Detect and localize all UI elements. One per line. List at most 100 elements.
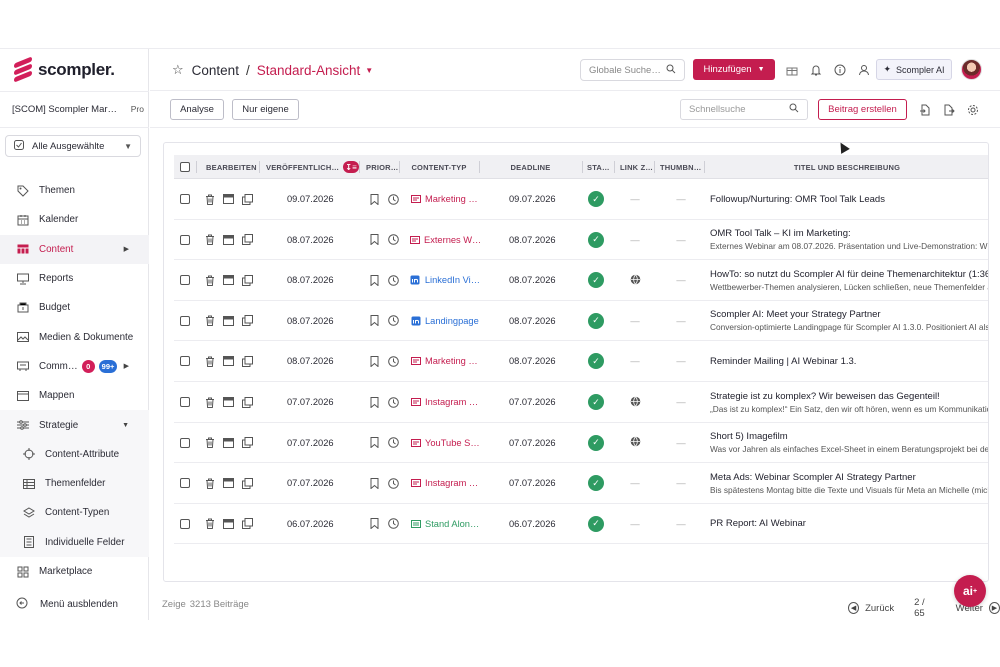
row-checkbox[interactable] xyxy=(180,397,190,407)
bookmark-icon[interactable] xyxy=(369,437,380,449)
row-checkbox[interactable] xyxy=(180,518,190,529)
previous-page-button[interactable]: Zurück xyxy=(865,603,894,614)
window-icon[interactable] xyxy=(223,234,234,245)
view-selector[interactable]: Standard-Ansicht xyxy=(257,63,361,78)
content-type[interactable]: Instagram … xyxy=(410,382,480,422)
bookmark-icon[interactable] xyxy=(369,518,380,530)
row-checkbox[interactable] xyxy=(180,194,190,204)
table-row[interactable]: 09.07.2026 Marketing … 09.07.2026 ✓ — — Follow… xyxy=(174,179,988,220)
scompler-ai-button[interactable]: ✦ Scompler AI xyxy=(876,59,952,80)
content-type[interactable]: Marketing … xyxy=(410,179,480,219)
content-type[interactable]: LinkedIn Vi… xyxy=(410,260,480,300)
content-type[interactable]: YouTube S… xyxy=(410,423,480,463)
bookmark-icon[interactable] xyxy=(369,274,380,286)
title-description-cell[interactable]: Followup/Nurturing: OMR Tool Talk Leads xyxy=(710,179,988,219)
copy-icon[interactable] xyxy=(242,234,253,246)
trash-icon[interactable] xyxy=(204,356,215,367)
gift-icon[interactable] xyxy=(785,63,798,76)
title-description-cell[interactable]: Short 5) Imagefilm Was vor Jahren als ein… xyxy=(710,423,988,463)
column-header-content-type[interactable]: CONTENT-TYP xyxy=(399,155,479,179)
avatar[interactable] xyxy=(961,59,982,80)
column-header-thumbnail[interactable]: THUMBN… xyxy=(654,155,704,179)
trash-icon[interactable] xyxy=(204,194,215,205)
column-header-edit[interactable]: BEARBEITEN xyxy=(196,155,262,179)
clock-icon[interactable] xyxy=(388,315,399,327)
clock-icon[interactable] xyxy=(388,396,399,408)
copy-icon[interactable] xyxy=(242,396,253,408)
globe-icon[interactable] xyxy=(630,396,641,409)
check-circle-icon[interactable]: ✓ xyxy=(588,231,604,248)
table-row[interactable]: 08.07.2026 LinkedIn Vi… 08.07.2026 ✓ — HowTo:… xyxy=(174,260,988,301)
sidebar-item-medien[interactable]: Medien & Dokumente xyxy=(0,322,149,351)
table-row[interactable]: 08.07.2026 Marketing … 08.07.2026 ✓ — — Remind… xyxy=(174,341,988,382)
trash-icon[interactable] xyxy=(204,518,215,530)
window-icon[interactable] xyxy=(223,356,234,367)
chevron-down-icon[interactable]: ▼ xyxy=(365,66,373,75)
bookmark-icon[interactable] xyxy=(369,355,380,367)
copy-icon[interactable] xyxy=(242,274,253,286)
check-circle-icon[interactable]: ✓ xyxy=(588,394,604,410)
table-row[interactable]: 07.07.2026 Instagram … 07.07.2026 ✓ — Strateg… xyxy=(174,382,988,423)
trash-icon[interactable] xyxy=(204,478,215,489)
check-circle-icon[interactable]: ✓ xyxy=(588,272,604,289)
check-circle-icon[interactable]: ✓ xyxy=(588,515,604,532)
scompler-logo[interactable]: scompler. xyxy=(12,56,115,83)
add-button[interactable]: Hinzufügen ▼ xyxy=(693,59,775,80)
bookmark-icon[interactable] xyxy=(369,234,380,246)
row-checkbox[interactable] xyxy=(180,478,190,489)
clock-icon[interactable] xyxy=(388,437,399,448)
trash-icon[interactable] xyxy=(204,397,215,408)
content-type[interactable]: Externes W… xyxy=(410,220,480,260)
window-icon[interactable] xyxy=(223,275,234,286)
content-type[interactable]: Marketing … xyxy=(410,341,480,381)
select-all-checkbox[interactable] xyxy=(180,155,194,179)
sort-desc-icon[interactable]: ↧≡ xyxy=(343,161,359,173)
check-circle-icon[interactable]: ✓ xyxy=(588,475,604,492)
sidebar-item-budget[interactable]: Budget xyxy=(0,293,149,322)
copy-icon[interactable] xyxy=(242,477,253,489)
trash-icon[interactable] xyxy=(204,437,215,449)
clock-icon[interactable] xyxy=(388,356,399,367)
copy-icon[interactable] xyxy=(242,355,253,367)
window-icon[interactable] xyxy=(223,397,234,408)
breadcrumb-section[interactable]: Content xyxy=(192,63,239,78)
column-header-published[interactable]: VERÖFFENTLICH… ↧≡ xyxy=(259,155,359,179)
title-description-cell[interactable]: OMR Tool Talk – KI im Marketing: Externes… xyxy=(710,220,988,260)
row-checkbox[interactable] xyxy=(180,437,190,448)
bookmark-icon[interactable] xyxy=(369,315,380,327)
checkbox[interactable] xyxy=(180,162,190,172)
analyse-button[interactable]: Analyse xyxy=(170,99,224,120)
favorite-star-icon[interactable]: ☆ xyxy=(172,62,184,78)
content-type[interactable]: Landingpage xyxy=(410,301,480,341)
clock-icon[interactable] xyxy=(388,234,399,245)
window-icon[interactable] xyxy=(223,315,234,326)
column-header-priority[interactable]: PRIOR… xyxy=(359,155,399,179)
globe-icon[interactable] xyxy=(630,436,641,449)
column-header-deadline[interactable]: DEADLINE xyxy=(479,155,582,179)
gear-icon[interactable] xyxy=(966,103,979,116)
table-row[interactable]: 06.07.2026 Stand Alon… 06.07.2026 ✓ — — PR Rep… xyxy=(174,504,988,545)
sidebar-subitem-themenfelder[interactable]: Themenfelder xyxy=(0,468,149,499)
title-description-cell[interactable]: PR Report: AI Webinar xyxy=(710,504,988,544)
arrow-right-icon[interactable]: ▶ xyxy=(988,602,1000,614)
window-icon[interactable] xyxy=(223,194,234,205)
window-icon[interactable] xyxy=(223,478,234,489)
window-icon[interactable] xyxy=(223,518,234,529)
row-checkbox[interactable] xyxy=(180,356,190,367)
trash-icon[interactable] xyxy=(204,315,215,327)
clock-icon[interactable] xyxy=(388,274,399,286)
create-post-button[interactable]: Beitrag erstellen xyxy=(818,99,907,120)
sidebar-item-content[interactable]: Content ▶ xyxy=(0,234,149,264)
sidebar-item-strategie[interactable]: Strategie ▼ xyxy=(0,410,149,440)
table-row[interactable]: 08.07.2026 Externes W… 08.07.2026 ✓ — — OMR To… xyxy=(174,220,988,261)
row-checkbox[interactable] xyxy=(180,315,190,326)
import-icon[interactable] xyxy=(918,103,931,116)
sidebar-item-marketplace[interactable]: Marketplace xyxy=(0,557,149,586)
clock-icon[interactable] xyxy=(388,477,399,489)
copy-icon[interactable] xyxy=(242,193,253,205)
hide-menu-button[interactable]: Menü ausblenden xyxy=(16,597,118,612)
user-icon[interactable] xyxy=(857,63,870,76)
trash-icon[interactable] xyxy=(204,234,215,246)
quick-search-input[interactable]: Schnellsuche xyxy=(680,99,808,120)
copy-icon[interactable] xyxy=(242,437,253,449)
